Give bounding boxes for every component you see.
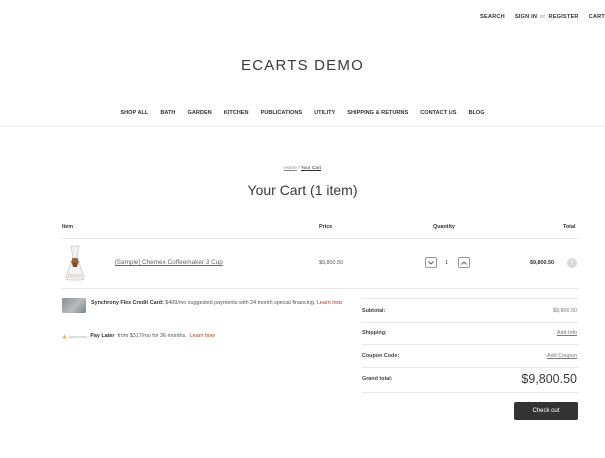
- quantity-increase-button[interactable]: [458, 257, 470, 268]
- add-shipping-info-link[interactable]: Add Info: [557, 330, 577, 336]
- nav-item-shipping-returns[interactable]: SHIPPING & RETURNS: [347, 110, 408, 116]
- column-header-item: Item: [62, 224, 74, 230]
- paylater-text: from $317/mo for 36 months.: [117, 333, 187, 339]
- register-link[interactable]: REGISTER: [548, 14, 578, 20]
- summary-divider: [362, 367, 578, 368]
- store-title[interactable]: ECARTS DEMO: [0, 57, 605, 74]
- utility-bar: SEARCH SIGN IN or REGISTER CART: [480, 14, 605, 20]
- nav-divider: [0, 126, 605, 127]
- summary-bottom-divider: [362, 392, 578, 393]
- nav-item-garden[interactable]: GARDEN: [187, 110, 211, 116]
- cart-link[interactable]: CART: [589, 14, 605, 20]
- breadcrumb-home[interactable]: Home: [284, 166, 297, 171]
- nav-item-utility[interactable]: UTILITY: [314, 110, 335, 116]
- close-icon: ×: [570, 260, 574, 266]
- paylater-learn-how-link[interactable]: Learn how: [190, 333, 215, 339]
- card-offer-title: Synchrony Flex Credit Card:: [91, 300, 164, 306]
- synchrony-logo-icon: [62, 334, 67, 338]
- summary-top-divider: [362, 298, 578, 299]
- subtotal-value: $9,800.50: [553, 308, 577, 314]
- summary-divider: [362, 322, 578, 323]
- nav-item-blog[interactable]: BLOG: [468, 110, 484, 116]
- breadcrumb-separator: /: [298, 166, 300, 171]
- chemex-icon: [65, 245, 85, 281]
- synchrony-brand-text: synchrony: [69, 333, 88, 339]
- grand-total-value: $9,800.50: [521, 372, 577, 386]
- add-coupon-link[interactable]: Add Coupon: [547, 353, 577, 359]
- quantity-decrease-button[interactable]: [425, 257, 437, 268]
- nav-item-publications[interactable]: PUBLICATIONS: [261, 110, 303, 116]
- checkout-button[interactable]: Check out: [514, 402, 578, 420]
- card-learn-how-link[interactable]: Learn how: [317, 300, 342, 306]
- coupon-label: Coupon Code:: [362, 353, 400, 359]
- table-header-divider: [62, 238, 578, 239]
- item-price: $9,800.50: [319, 260, 343, 266]
- remove-item-button[interactable]: ×: [567, 258, 577, 268]
- product-image[interactable]: [63, 244, 87, 282]
- chevron-down-icon: [428, 260, 434, 265]
- shipping-label: Shipping:: [362, 330, 387, 336]
- quantity-value[interactable]: 1: [445, 260, 448, 266]
- nav-item-shop-all[interactable]: SHOP ALL: [120, 110, 148, 116]
- product-name-link[interactable]: [Sample] Chemex Coffeemaker 3 Cup: [115, 259, 223, 266]
- breadcrumb: Home / Your Cart: [0, 166, 605, 171]
- item-total: $9,800.50: [530, 260, 554, 266]
- or-text: or: [540, 14, 546, 20]
- column-header-quantity: Quantity: [433, 224, 455, 230]
- summary-divider: [362, 344, 578, 345]
- account-links: SIGN IN or REGISTER: [515, 14, 579, 20]
- sign-in-link[interactable]: SIGN IN: [515, 14, 537, 20]
- paylater-offer: synchrony Pay Later from $317/mo for 36 …: [62, 333, 215, 339]
- chevron-up-icon: [461, 260, 467, 265]
- card-offer-text: $409/mo suggested payments with 24 month…: [165, 300, 316, 306]
- main-nav: SHOP ALL BATH GARDEN KITCHEN PUBLICATION…: [0, 110, 605, 116]
- grand-total-label: Grand total:: [362, 376, 393, 382]
- nav-item-kitchen[interactable]: KITCHEN: [224, 110, 249, 116]
- column-header-total: Total: [563, 224, 576, 230]
- credit-card-image: [62, 298, 86, 313]
- synchrony-offer: Synchrony Flex Credit Card: $409/mo sugg…: [91, 299, 346, 308]
- subtotal-label: Subtotal:: [362, 308, 386, 314]
- column-header-price: Price: [319, 224, 333, 230]
- nav-item-bath[interactable]: BATH: [160, 110, 175, 116]
- paylater-title: Pay Later: [90, 333, 115, 339]
- nav-item-contact-us[interactable]: CONTACT US: [420, 110, 456, 116]
- page-title: Your Cart (1 item): [247, 182, 358, 198]
- breadcrumb-current[interactable]: Your Cart: [301, 166, 321, 171]
- search-link[interactable]: SEARCH: [480, 14, 505, 20]
- item-row-divider: [62, 288, 578, 289]
